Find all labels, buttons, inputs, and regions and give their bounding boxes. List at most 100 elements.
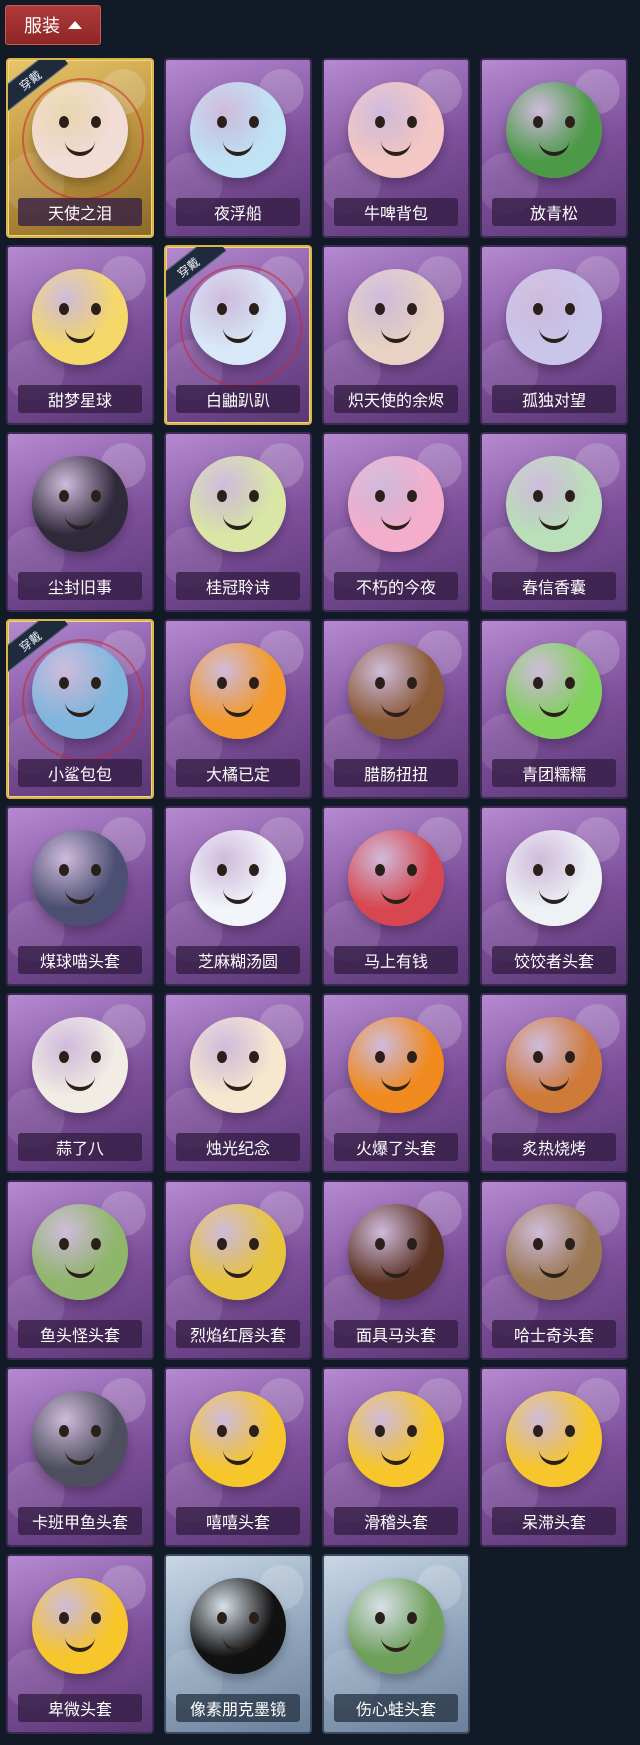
item-grid: 天使之泪 穿戴 夜浮船 牛啤背包 放青松甜梦星球 白鼬趴趴 穿戴 炽天使的余烬 孤独对望尘封旧事… bbox=[6, 58, 628, 1734]
doll-charm-icon bbox=[506, 269, 602, 365]
figure-eyes bbox=[506, 1051, 602, 1063]
figure-eyes bbox=[506, 1425, 602, 1437]
figure-mouth bbox=[539, 1449, 569, 1465]
figure-eyes bbox=[190, 1238, 286, 1250]
item-card[interactable]: 煤球喵头套 bbox=[6, 806, 154, 986]
figure-eyes bbox=[190, 303, 286, 315]
humble-emoji-icon bbox=[32, 1578, 128, 1674]
sad-frog-icon bbox=[348, 1578, 444, 1674]
item-card[interactable]: 芝麻糊汤圆 bbox=[164, 806, 312, 986]
item-card[interactable]: 像素朋克墨镜 bbox=[164, 1554, 312, 1734]
item-card[interactable]: 白鼬趴趴 穿戴 bbox=[164, 245, 312, 425]
item-name: 煤球喵头套 bbox=[18, 946, 142, 974]
chevron-up-icon bbox=[68, 21, 82, 29]
item-card[interactable]: 春信香囊 bbox=[480, 432, 628, 612]
figure-eyes bbox=[348, 490, 444, 502]
item-card[interactable]: 放青松 bbox=[480, 58, 628, 238]
item-card[interactable]: 伤心蛙头套 bbox=[322, 1554, 470, 1734]
figure-eyes bbox=[32, 1612, 128, 1624]
item-card[interactable]: 大橘已定 bbox=[164, 619, 312, 799]
figure-eyes bbox=[190, 1612, 286, 1624]
figure-eyes bbox=[348, 864, 444, 876]
item-name: 火爆了头套 bbox=[334, 1133, 458, 1161]
figure-eyes bbox=[506, 490, 602, 502]
item-name: 桂冠聆诗 bbox=[176, 572, 300, 600]
item-name: 鱼头怪头套 bbox=[18, 1320, 142, 1348]
item-card[interactable]: 鱼头怪头套 bbox=[6, 1180, 154, 1360]
figure-mouth bbox=[223, 888, 253, 904]
item-card[interactable]: 烈焰红唇头套 bbox=[164, 1180, 312, 1360]
item-card[interactable]: 卑微头套 bbox=[6, 1554, 154, 1734]
item-name: 天使之泪 bbox=[18, 198, 142, 226]
red-horse-icon bbox=[348, 830, 444, 926]
item-name: 甜梦星球 bbox=[18, 385, 142, 413]
item-card[interactable]: 蒜了八 bbox=[6, 993, 154, 1173]
figure-mouth bbox=[381, 140, 411, 156]
dachshund-icon bbox=[348, 643, 444, 739]
prince-doll-icon bbox=[32, 456, 128, 552]
item-card[interactable]: 卡班甲鱼头套 bbox=[6, 1367, 154, 1547]
figure-eyes bbox=[506, 303, 602, 315]
item-card[interactable]: 牛啤背包 bbox=[322, 58, 470, 238]
horse-mask-icon bbox=[348, 1204, 444, 1300]
item-card[interactable]: 饺饺者头套 bbox=[480, 806, 628, 986]
laurel-doll-icon bbox=[190, 456, 286, 552]
item-card[interactable]: 天使之泪 穿戴 bbox=[6, 58, 154, 238]
item-name: 蒜了八 bbox=[18, 1133, 142, 1161]
item-name: 烈焰红唇头套 bbox=[176, 1320, 300, 1348]
item-name: 不朽的今夜 bbox=[334, 572, 458, 600]
item-name: 放青松 bbox=[492, 198, 616, 226]
stare-emoji-icon bbox=[506, 1391, 602, 1487]
orange-slice-icon bbox=[190, 643, 286, 739]
figure-mouth bbox=[381, 1262, 411, 1278]
moon-fox-icon bbox=[32, 269, 128, 365]
yellow-mask-icon bbox=[190, 1204, 286, 1300]
item-card[interactable]: 火爆了头套 bbox=[322, 993, 470, 1173]
bbq-meat-icon bbox=[506, 1017, 602, 1113]
black-cat-mask-icon bbox=[32, 830, 128, 926]
figure-mouth bbox=[65, 514, 95, 530]
item-card[interactable]: 呆滞头套 bbox=[480, 1367, 628, 1547]
item-card[interactable]: 甜梦星球 bbox=[6, 245, 154, 425]
item-card[interactable]: 腊肠扭扭 bbox=[322, 619, 470, 799]
figure-mouth bbox=[65, 140, 95, 156]
item-card[interactable]: 桂冠聆诗 bbox=[164, 432, 312, 612]
item-card[interactable]: 哈士奇头套 bbox=[480, 1180, 628, 1360]
outfit-category-button[interactable]: 服装 bbox=[5, 5, 101, 45]
item-card[interactable]: 滑稽头套 bbox=[322, 1367, 470, 1547]
shark-bag-icon bbox=[32, 643, 128, 739]
figure-eyes bbox=[506, 677, 602, 689]
figure-eyes bbox=[348, 1238, 444, 1250]
item-card[interactable]: 炽天使的余烬 bbox=[322, 245, 470, 425]
item-card[interactable]: 夜浮船 bbox=[164, 58, 312, 238]
item-card[interactable]: 烛光纪念 bbox=[164, 993, 312, 1173]
figure-mouth bbox=[223, 327, 253, 343]
figure-mouth bbox=[223, 140, 253, 156]
figure-mouth bbox=[539, 327, 569, 343]
figure-mouth bbox=[539, 140, 569, 156]
item-name: 伤心蛙头套 bbox=[334, 1694, 458, 1722]
garlic-icon bbox=[32, 1017, 128, 1113]
figure-mouth bbox=[65, 1449, 95, 1465]
figure-mouth bbox=[223, 1075, 253, 1091]
item-card[interactable]: 面具马头套 bbox=[322, 1180, 470, 1360]
item-card[interactable]: 青团糯糯 bbox=[480, 619, 628, 799]
pink-cat-icon bbox=[348, 456, 444, 552]
cloud-mask-icon bbox=[506, 830, 602, 926]
figure-mouth bbox=[539, 1262, 569, 1278]
item-name: 春信香囊 bbox=[492, 572, 616, 600]
item-card[interactable]: 不朽的今夜 bbox=[322, 432, 470, 612]
figure-eyes bbox=[190, 1425, 286, 1437]
green-dumpling-icon bbox=[506, 643, 602, 739]
fish-mask-icon bbox=[32, 1204, 128, 1300]
item-card[interactable]: 炙热烧烤 bbox=[480, 993, 628, 1173]
item-card[interactable]: 尘封旧事 bbox=[6, 432, 154, 612]
item-card[interactable]: 嘻嘻头套 bbox=[164, 1367, 312, 1547]
item-card[interactable]: 孤独对望 bbox=[480, 245, 628, 425]
item-card[interactable]: 马上有钱 bbox=[322, 806, 470, 986]
angel-halo-icon bbox=[32, 82, 128, 178]
cow-barrel-icon bbox=[348, 82, 444, 178]
bonsai-icon bbox=[506, 82, 602, 178]
figure-mouth bbox=[65, 327, 95, 343]
item-card[interactable]: 小鲨包包 穿戴 bbox=[6, 619, 154, 799]
